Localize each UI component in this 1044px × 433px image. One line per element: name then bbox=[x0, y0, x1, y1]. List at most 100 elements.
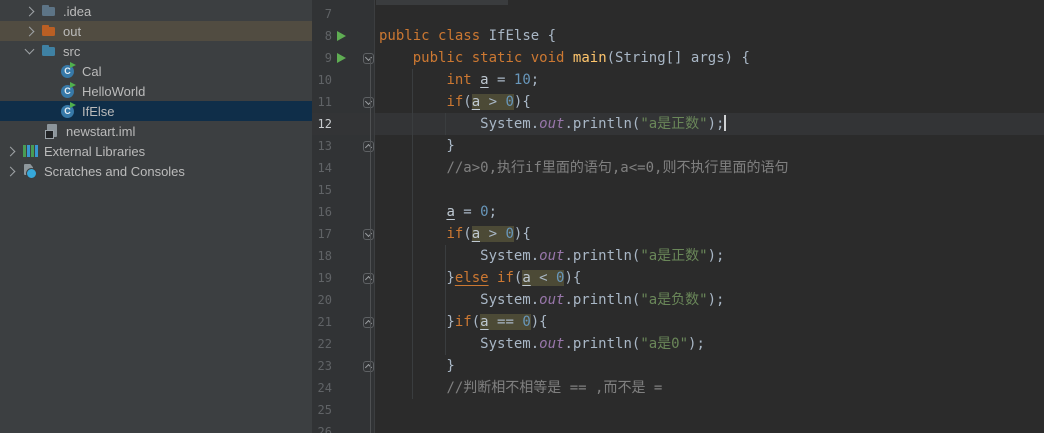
code-line-12[interactable]: 12 System.out.println("a是正数"); bbox=[312, 113, 1044, 135]
line-number: 7 bbox=[324, 7, 332, 21]
code-line-11[interactable]: 11 if(a > 0){ bbox=[312, 91, 1044, 113]
fold-down-icon[interactable] bbox=[363, 96, 374, 108]
fold-down-icon[interactable] bbox=[363, 228, 374, 240]
gutter-cell: 10 bbox=[312, 69, 375, 91]
tree-item-label: Cal bbox=[82, 63, 102, 79]
code-text[interactable]: a = 0; bbox=[375, 201, 497, 223]
code-line-18[interactable]: 18 System.out.println("a是正数"); bbox=[312, 245, 1044, 267]
tree-item-ifelse[interactable]: IfElse bbox=[0, 101, 312, 121]
code-text[interactable]: //判断相不相等是 == ,而不是 = bbox=[375, 377, 662, 399]
line-number: 24 bbox=[317, 381, 332, 395]
code-line-10[interactable]: 10 int a = 10; bbox=[312, 69, 1044, 91]
code-line-14[interactable]: 14 //a>0,执行if里面的语句,a<=0,则不执行里面的语句 bbox=[312, 157, 1044, 179]
tree-item-label: .idea bbox=[63, 3, 92, 19]
fold-up-icon[interactable] bbox=[363, 316, 374, 328]
ide-window: .idea out src Cal HelloWorld IfElse newstart.i… bbox=[0, 0, 1044, 433]
code-line-15[interactable]: 15 bbox=[312, 179, 1044, 201]
text-caret bbox=[724, 115, 727, 131]
tree-item-cal[interactable]: Cal bbox=[0, 61, 312, 81]
gutter-cell: 24 bbox=[312, 377, 375, 399]
run-icon[interactable] bbox=[336, 53, 346, 63]
code-text[interactable]: //a>0,执行if里面的语句,a<=0,则不执行里面的语句 bbox=[375, 157, 788, 179]
chevron-down-icon[interactable] bbox=[24, 44, 35, 55]
tree-item-scratches-consoles[interactable]: Scratches and Consoles bbox=[0, 161, 312, 181]
code-line-13[interactable]: 13 } bbox=[312, 135, 1044, 157]
code-line-22[interactable]: 22 System.out.println("a是0"); bbox=[312, 333, 1044, 355]
project-tree: .idea out src Cal HelloWorld IfElse newstart.i… bbox=[0, 1, 312, 181]
code-line-9[interactable]: 9 public static void main(String[] args)… bbox=[312, 47, 1044, 69]
code-text[interactable]: public class IfElse { bbox=[375, 25, 556, 47]
chevron-right-icon[interactable] bbox=[24, 26, 35, 36]
gutter-cell: 21 bbox=[312, 311, 375, 333]
chevron-right-icon[interactable] bbox=[5, 166, 16, 176]
code-text[interactable]: if(a > 0){ bbox=[375, 91, 531, 113]
lib-icon bbox=[22, 143, 38, 159]
tree-item-label: Scratches and Consoles bbox=[44, 163, 185, 179]
code-line-19[interactable]: 19 }else if(a < 0){ bbox=[312, 267, 1044, 289]
code-text[interactable]: public static void main(String[] args) { bbox=[375, 47, 750, 69]
run-slot bbox=[332, 53, 350, 63]
indent-guide bbox=[445, 113, 446, 135]
code-text[interactable]: System.out.println("a是正数"); bbox=[375, 113, 727, 135]
line-number: 16 bbox=[317, 205, 332, 219]
tree-item-helloworld[interactable]: HelloWorld bbox=[0, 81, 312, 101]
code-line-16[interactable]: 16 a = 0; bbox=[312, 201, 1044, 223]
line-number: 13 bbox=[317, 139, 332, 153]
gutter-cell: 11 bbox=[312, 91, 375, 113]
code-line-7[interactable]: 7 bbox=[312, 3, 1044, 25]
code-text[interactable]: }else if(a < 0){ bbox=[375, 267, 581, 289]
code-text[interactable]: } bbox=[375, 355, 454, 377]
tree-item-out[interactable]: out bbox=[0, 21, 312, 41]
code-text[interactable]: System.out.println("a是正数"); bbox=[375, 245, 724, 267]
tree-item-external-libraries[interactable]: External Libraries bbox=[0, 141, 312, 161]
code-line-25[interactable]: 25 bbox=[312, 399, 1044, 421]
gutter-cell: 7 bbox=[312, 3, 375, 25]
chevron-right-icon[interactable] bbox=[5, 146, 16, 156]
gutter-cell: 13 bbox=[312, 135, 375, 157]
class-icon bbox=[60, 102, 76, 119]
tree-item-newstart-iml[interactable]: newstart.iml bbox=[0, 121, 312, 141]
editor-lines: 7 8 public class IfElse {9 public static v… bbox=[312, 3, 1044, 433]
code-line-21[interactable]: 21 }if(a == 0){ bbox=[312, 311, 1044, 333]
code-text[interactable]: int a = 10; bbox=[375, 69, 539, 91]
fold-up-icon[interactable] bbox=[363, 360, 374, 372]
line-number: 25 bbox=[317, 403, 332, 417]
fold-slot bbox=[350, 316, 375, 328]
line-number: 19 bbox=[317, 271, 332, 285]
fold-slot bbox=[350, 52, 375, 64]
gutter-cell: 19 bbox=[312, 267, 375, 289]
line-number: 14 bbox=[317, 161, 332, 175]
code-text[interactable]: if(a > 0){ bbox=[375, 223, 531, 245]
tree-item-idea[interactable]: .idea bbox=[0, 1, 312, 21]
tree-item-label: External Libraries bbox=[44, 143, 146, 159]
fold-down-icon[interactable] bbox=[363, 52, 374, 64]
indent-guide bbox=[445, 245, 446, 355]
line-number: 22 bbox=[317, 337, 332, 351]
line-number: 15 bbox=[317, 183, 332, 197]
run-icon[interactable] bbox=[336, 31, 346, 41]
editor-pane[interactable]: 7 8 public class IfElse {9 public static v… bbox=[312, 0, 1044, 433]
gutter-cell: 8 bbox=[312, 25, 375, 47]
gutter-cell: 20 bbox=[312, 289, 375, 311]
indent-guide bbox=[412, 69, 413, 399]
code-text[interactable]: System.out.println("a是负数"); bbox=[375, 289, 724, 311]
code-text[interactable]: }if(a == 0){ bbox=[375, 311, 548, 333]
code-line-23[interactable]: 23 } bbox=[312, 355, 1044, 377]
code-line-20[interactable]: 20 System.out.println("a是负数"); bbox=[312, 289, 1044, 311]
code-line-24[interactable]: 24 //判断相不相等是 == ,而不是 = bbox=[312, 377, 1044, 399]
code-line-17[interactable]: 17 if(a > 0){ bbox=[312, 223, 1044, 245]
fold-up-icon[interactable] bbox=[363, 140, 374, 152]
chevron-right-icon[interactable] bbox=[24, 6, 35, 16]
code-text[interactable]: } bbox=[375, 135, 454, 157]
gutter-cell: 12 bbox=[312, 113, 375, 135]
line-number: 26 bbox=[317, 425, 332, 433]
code-line-26[interactable]: 26 bbox=[312, 421, 1044, 433]
tree-item-src[interactable]: src bbox=[0, 41, 312, 61]
folder-idea-icon bbox=[41, 3, 57, 19]
code-text[interactable]: System.out.println("a是0"); bbox=[375, 333, 705, 355]
line-number: 8 bbox=[324, 29, 332, 43]
line-number: 11 bbox=[317, 95, 332, 109]
fold-up-icon[interactable] bbox=[363, 272, 374, 284]
fold-slot bbox=[350, 140, 375, 152]
code-line-8[interactable]: 8 public class IfElse { bbox=[312, 25, 1044, 47]
